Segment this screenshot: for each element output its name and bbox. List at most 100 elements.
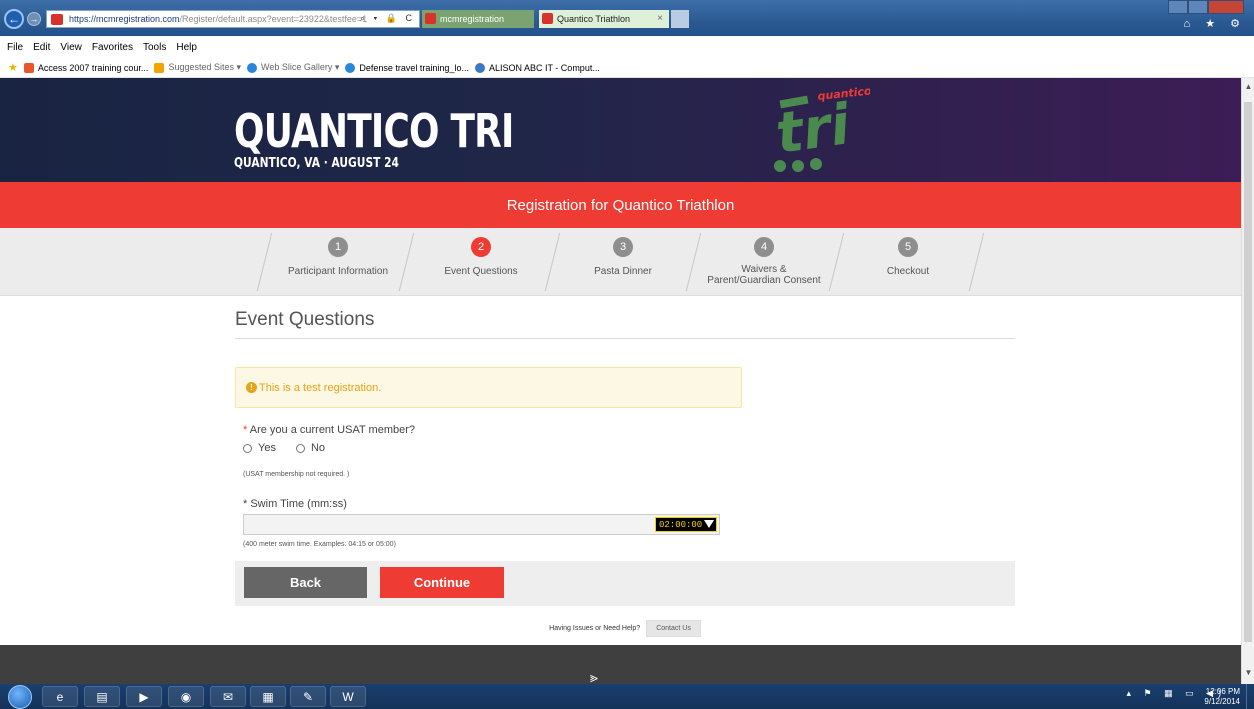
- taskbar-mail-icon[interactable]: ✉: [210, 686, 246, 707]
- tab-favicon-icon: [542, 13, 553, 24]
- tab-favicon-icon: [425, 13, 436, 24]
- event-subtitle: QUANTICO, VA · AUGUST 24: [234, 156, 399, 171]
- menu-tools[interactable]: Tools: [143, 42, 166, 53]
- tab-close-icon[interactable]: ×: [657, 13, 663, 24]
- favorite-suggested-sites[interactable]: Suggested Sites ▾: [154, 62, 241, 73]
- scroll-thumb[interactable]: [1244, 102, 1252, 642]
- maximize-button[interactable]: [1188, 0, 1208, 14]
- swim-time-label: * Swim Time (mm:ss): [243, 498, 347, 510]
- window-controls: [1168, 0, 1244, 14]
- taskbar-word-icon[interactable]: W: [330, 686, 366, 707]
- taskbar-ie-icon[interactable]: e: [42, 686, 78, 707]
- taskbar-media-icon[interactable]: ▶: [126, 686, 162, 707]
- radio-circle[interactable]: [243, 443, 252, 453]
- clock-time: 12:06 PM: [1205, 687, 1240, 696]
- usat-question-label: * Are you a current USAT member?: [243, 424, 416, 436]
- start-button[interactable]: [8, 685, 32, 709]
- footer-logo-icon: ⪢: [590, 669, 598, 684]
- favorites-star-icon[interactable]: ★: [8, 61, 18, 74]
- favorite-web-slice-gallery[interactable]: Web Slice Gallery ▾: [247, 62, 339, 73]
- required-mark: *: [243, 424, 248, 436]
- tab-mcmregistration[interactable]: mcmregistration: [422, 10, 534, 28]
- address-bar[interactable]: https://mcmregistration.com/Register/def…: [46, 10, 420, 28]
- page-title: Event Questions: [235, 309, 1015, 339]
- tab-label: mcmregistration: [440, 14, 505, 24]
- dropdown-arrow-icon[interactable]: [704, 520, 714, 528]
- step-label: Checkout: [886, 266, 930, 277]
- taskbar-hp-icon[interactable]: ◉: [168, 686, 204, 707]
- favorite-alison[interactable]: ALISON ABC IT - Comput...: [474, 62, 600, 73]
- step-number: 4: [754, 237, 774, 257]
- step-number: 5: [898, 237, 918, 257]
- minimize-button[interactable]: [1168, 0, 1188, 14]
- taskbar-clock[interactable]: 12:06 PM 9/12/2014: [1204, 687, 1240, 707]
- url-path: /Register/default.aspx?event=23922&testf…: [179, 14, 368, 24]
- ie-icon: [247, 62, 257, 73]
- progress-steps: 1 Participant Information 2 Event Questi…: [0, 228, 1241, 296]
- help-row: Having Issues or Need Help? Contact Us: [235, 620, 1015, 637]
- step-checkout[interactable]: 5 Checkout: [838, 228, 978, 296]
- favorites-bar: ★ Access 2007 training cour... Suggested…: [0, 58, 1254, 78]
- back-button[interactable]: Back: [244, 567, 367, 598]
- menu-file[interactable]: File: [7, 42, 23, 53]
- registration-banner: Registration for Quantico Triathlon: [0, 182, 1241, 228]
- step-waivers-consent[interactable]: 4 Waivers & Parent/Guardian Consent: [694, 228, 834, 296]
- menu-view[interactable]: View: [60, 42, 82, 53]
- usat-hint: (USAT membership not required. ): [243, 471, 350, 478]
- forward-arrow-icon[interactable]: →: [27, 12, 41, 26]
- step-participant-information[interactable]: 1 Participant Information: [268, 228, 408, 296]
- taskbar-outlook-icon[interactable]: ✎: [290, 686, 326, 707]
- usat-yes-radio[interactable]: Yes: [243, 442, 276, 454]
- alison-icon: [474, 62, 485, 73]
- page-scrollbar[interactable]: ▲ ▼: [1241, 78, 1254, 684]
- step-pasta-dinner[interactable]: 3 Pasta Dinner: [553, 228, 693, 296]
- step-event-questions[interactable]: 2 Event Questions: [411, 228, 551, 296]
- radio-circle[interactable]: [295, 443, 305, 453]
- usat-no-radio[interactable]: No: [295, 442, 325, 454]
- swim-time-input[interactable]: 02:00:00: [243, 514, 720, 535]
- page-viewport: QUANTICO TRI QUANTICO, VA · AUGUST 24 qu…: [0, 78, 1241, 684]
- step-label: Event Questions: [444, 266, 518, 277]
- contact-us-button[interactable]: Contact Us: [646, 620, 701, 637]
- swim-time-hint: (400 meter swim time. Examples: 04:15 or…: [243, 541, 396, 548]
- menu-favorites[interactable]: Favorites: [92, 42, 133, 53]
- step-number: 1: [328, 237, 348, 257]
- scroll-down-icon[interactable]: ▼: [1242, 668, 1254, 682]
- required-mark: *: [243, 498, 248, 510]
- url-host: https://mcmregistration.com: [69, 14, 180, 24]
- tab-quantico-triathlon[interactable]: Quantico Triathlon ×: [539, 10, 669, 28]
- step-label: Participant Information: [287, 266, 389, 277]
- quantico-tri-logo: quantico tri: [772, 84, 870, 172]
- step-label: Pasta Dinner: [594, 266, 652, 277]
- office-icon: [23, 62, 34, 73]
- alert-text: This is a test registration.: [259, 381, 382, 394]
- favorite-defense-travel[interactable]: Defense travel training_lo...: [345, 62, 469, 73]
- event-title: QUANTICO TRI: [234, 104, 514, 158]
- warning-icon: !: [246, 382, 257, 393]
- back-arrow-icon[interactable]: ←: [4, 9, 24, 29]
- favorite-access-training[interactable]: Access 2007 training cour...: [23, 62, 148, 73]
- continue-button[interactable]: Continue: [380, 567, 504, 598]
- test-registration-alert: ! This is a test registration.: [235, 367, 742, 408]
- new-tab-button[interactable]: [671, 10, 689, 28]
- taskbar-explorer-icon[interactable]: ▤: [84, 686, 120, 707]
- tab-label: Quantico Triathlon: [557, 14, 631, 24]
- swim-time-picker[interactable]: 02:00:00: [655, 517, 717, 532]
- show-desktop-button[interactable]: [1246, 684, 1254, 709]
- menu-bar: File Edit View Favorites Tools Help: [0, 36, 1254, 58]
- step-number: 3: [613, 237, 633, 257]
- step-number: 2: [471, 237, 491, 257]
- address-tools-icon[interactable]: ⌕ ▾ 🔒 C: [360, 13, 415, 24]
- form-content: Event Questions ! This is a test registr…: [235, 296, 1015, 637]
- home-favorites-settings-icon[interactable]: ⌂ ★ ⚙: [1184, 17, 1246, 30]
- form-actions: Back Continue: [235, 561, 1015, 606]
- close-window-button[interactable]: [1208, 0, 1244, 14]
- page-footer: ⪢: [0, 645, 1241, 684]
- menu-help[interactable]: Help: [176, 42, 197, 53]
- scroll-up-icon[interactable]: ▲: [1242, 82, 1254, 96]
- taskbar-app-icon[interactable]: ▦: [250, 686, 286, 707]
- usat-radio-group: Yes No: [243, 442, 1015, 454]
- site-favicon-icon: [51, 14, 63, 25]
- windows-taskbar: e ▤ ▶ ◉ ✉ ▦ ✎ W ▴ ⚑ ▦ ▭ ◀) 12:06 PM 9/12…: [0, 684, 1254, 709]
- menu-edit[interactable]: Edit: [33, 42, 50, 53]
